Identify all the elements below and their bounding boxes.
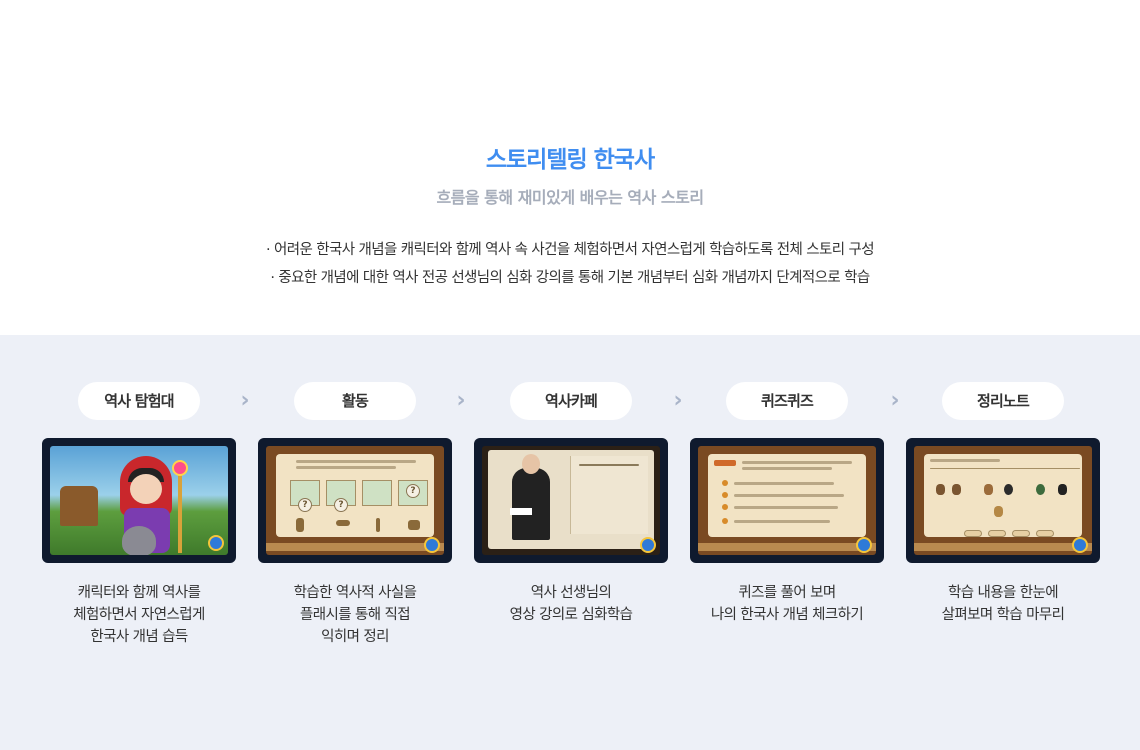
intro-section: 스토리텔링 한국사 흐름을 통해 재미있게 배우는 역사 스토리 · 어려운 한… <box>0 0 1140 335</box>
step-screenshot <box>42 438 236 563</box>
step-screenshot: ? ? ? <box>258 438 452 563</box>
lecture-video-image <box>482 446 660 555</box>
page-title: 스토리텔링 한국사 <box>485 147 655 173</box>
step-description: 퀴즈를 풀어 보며 나의 한국사 개념 체크하기 <box>710 585 864 623</box>
step-screenshot <box>690 438 884 563</box>
page-subtitle: 흐름을 통해 재미있게 배우는 역사 스토리 <box>436 188 704 207</box>
step-screenshot <box>906 438 1100 563</box>
chevron-right-icon: › <box>456 388 466 413</box>
step-label: 역사 탐험대 <box>78 382 200 420</box>
learning-flow-section: 역사 탐험대 캐릭터와 함께 역사를 체험하면서 자연스럽게 한국사 개념 습득… <box>0 335 1140 750</box>
step-description: 역사 선생님의 영상 강의로 심화학습 <box>509 585 633 623</box>
step-label: 활동 <box>294 382 416 420</box>
step-label: 퀴즈퀴즈 <box>726 382 848 420</box>
chevron-right-icon: › <box>890 388 900 413</box>
step-description: 학습한 역사적 사실을 플래시를 통해 직접 익히며 정리 <box>293 585 417 645</box>
feature-item: · 어려운 한국사 개념을 캐릭터와 함께 역사 속 사건을 체험하면서 자연스… <box>266 242 875 258</box>
chevron-right-icon: › <box>240 388 250 413</box>
feature-list: · 어려운 한국사 개념을 캐릭터와 함께 역사 속 사건을 체험하면서 자연스… <box>0 236 1140 292</box>
step-description: 캐릭터와 함께 역사를 체험하면서 자연스럽게 한국사 개념 습득 <box>73 585 205 645</box>
explorer-scene-image <box>50 446 228 555</box>
feature-item: · 중요한 개념에 대한 역사 전공 선생님의 심화 강의를 통해 기본 개념부… <box>270 270 870 286</box>
summary-board-image <box>914 446 1092 555</box>
quiz-board-image <box>698 446 876 555</box>
chevron-right-icon: › <box>673 388 683 413</box>
activity-board-image: ? ? ? <box>266 446 444 555</box>
step-description: 학습 내용을 한눈에 살펴보며 학습 마무리 <box>941 585 1065 623</box>
step-screenshot <box>474 438 668 563</box>
step-label: 역사카페 <box>510 382 632 420</box>
step-label: 정리노트 <box>942 382 1064 420</box>
